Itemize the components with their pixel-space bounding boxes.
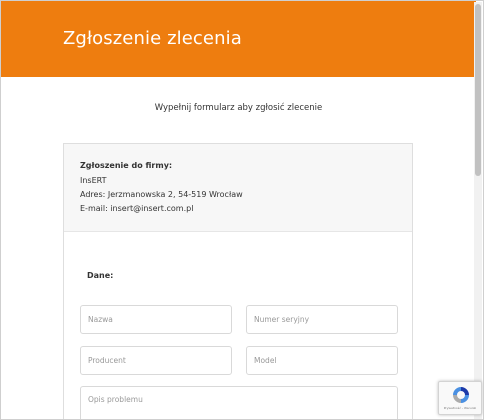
form-section-label: Dane: (87, 271, 114, 280)
model-input[interactable] (246, 346, 398, 375)
opis-problemu-textarea[interactable] (80, 386, 398, 419)
page-title: Zgłoszenie zlecenia (63, 28, 242, 49)
form-subtitle: Wypełnij formularz aby zgłosić zlecenie (154, 103, 323, 113)
page-header: Zgłoszenie zlecenia (1, 1, 476, 77)
recaptcha-label[interactable]: Prywatność - Warunki (439, 406, 481, 410)
company-address: Adres: Jerzmanowska 2, 54-519 Wrocław (80, 190, 243, 199)
page-scrollbar[interactable] (474, 2, 482, 419)
producent-input[interactable] (80, 346, 232, 375)
company-info-panel: Zgłoszenie do firmy: InsERT Adres: Jerzm… (64, 144, 412, 232)
scrollbar-thumb[interactable] (475, 4, 481, 176)
nazwa-input[interactable] (80, 305, 232, 334)
company-heading: Zgłoszenie do firmy: (80, 161, 173, 170)
numer-seryjny-input[interactable] (246, 305, 398, 334)
order-form-card: Zgłoszenie do firmy: InsERT Adres: Jerzm… (63, 143, 413, 419)
recaptcha-badge[interactable]: Prywatność - Warunki (438, 381, 482, 415)
company-email: E-mail: insert@insert.com.pl (80, 204, 194, 213)
company-name: InsERT (80, 176, 107, 185)
page-frame: Zgłoszenie zlecenia Wypełnij formularz a… (0, 0, 484, 420)
